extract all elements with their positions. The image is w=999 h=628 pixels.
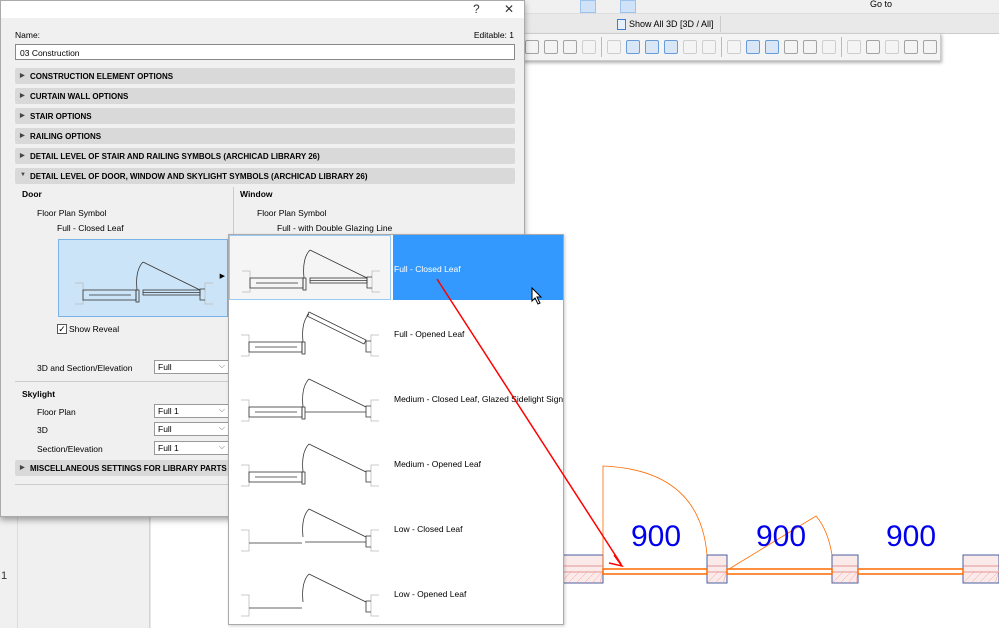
option-label: Medium - Opened Leaf [394,459,481,469]
door-selected-symbol: Full - Closed Leaf [57,223,124,233]
option-label: Full - Closed Leaf [393,235,563,300]
skylight-section-label: Section/Elevation [37,444,103,454]
window-floor-plan-symbol-label: Floor Plan Symbol [257,208,327,218]
door-symbol-icon [75,261,213,305]
section-elevation-label: 3D and Section/Elevation [37,363,133,373]
chevron-down-icon: ⌵ [218,405,225,414]
wall-segment[interactable] [962,554,999,584]
door-symbol-icon [241,311,379,357]
door-symbol-picker[interactable]: ▶ [58,239,228,317]
dropdown-option[interactable]: Full - Opened Leaf [229,300,563,365]
skylight-floor-plan-label: Floor Plan [37,407,76,417]
option-thumbnail [229,430,391,495]
section-door-window-skylight-symbols[interactable]: ▼ DETAIL LEVEL OF DOOR, WINDOW AND SKYLIG… [15,168,515,184]
show-reveal-checkbox[interactable]: ✓ Show Reveal [57,324,119,334]
option-label: Low - Opened Leaf [394,589,467,599]
section-stair-options[interactable]: ▶ STAIR OPTIONS [15,108,515,124]
skylight-section-select[interactable]: Full 1 ⌵ [154,441,230,455]
door-symbol-icon [241,573,379,617]
option-thumbnail [229,495,391,560]
dimension-label: 900 [756,520,806,553]
door-heading: Door [22,189,42,199]
close-button[interactable]: ✕ [504,2,514,16]
door-symbol-icon [242,249,380,293]
section-curtain-wall-options[interactable]: ▶ CURTAIN WALL OPTIONS [15,88,515,104]
wall-segment[interactable] [559,554,604,584]
option-label: Low - Closed Leaf [394,524,463,534]
door-symbol-icon [241,508,379,552]
option-label: Medium - Closed Leaf, Glazed Sidelight S… [394,394,563,404]
skylight-3d-select[interactable]: Full ⌵ [154,422,230,436]
door-symbol-preview [75,261,213,305]
window-selected-symbol: Full - with Double Glazing Line [277,223,393,233]
dropdown-option[interactable]: Low - Closed Leaf [229,495,563,560]
window-heading: Window [240,189,273,199]
opening[interactable] [857,568,964,575]
skylight-3d-label: 3D [37,425,48,435]
dimension-label: 900 [631,520,681,553]
wall-segment[interactable] [706,554,728,584]
chevron-down-icon: ⌵ [218,442,225,451]
door-symbol-dropdown-list: Full - Closed Leaf Full - Opened Leaf Medi… [228,234,564,625]
section-stair-railing-symbols[interactable]: ▶ DETAIL LEVEL OF STAIR AND RAILING SYMBO… [15,148,515,164]
door-floor-plan-symbol-label: Floor Plan Symbol [37,208,107,218]
expand-arrow-icon: ▶ [219,273,225,280]
door-3d-section-select[interactable]: Full ⌵ [154,360,230,374]
dropdown-option[interactable]: Full - Closed Leaf [229,235,563,300]
name-input[interactable]: 03 Construction [15,44,515,60]
help-button[interactable]: ? [473,2,480,16]
option-thumbnail [229,560,391,625]
option-thumbnail [229,235,391,300]
door-swing-arc [602,465,708,569]
dimension-label: 900 [886,520,936,553]
door-symbol-icon [241,443,379,487]
option-thumbnail [229,365,391,430]
option-thumbnail [229,300,391,365]
section-railing-options[interactable]: ▶ RAILING OPTIONS [15,128,515,144]
dropdown-option[interactable]: Medium - Opened Leaf [229,430,563,495]
skylight-heading: Skylight [22,389,56,399]
dialog-titlebar: ? ✕ [1,1,524,18]
opening[interactable] [726,568,833,575]
skylight-floor-plan-select[interactable]: Full 1 ⌵ [154,404,230,418]
opening[interactable] [602,568,708,575]
checkbox-icon: ✓ [57,324,67,334]
chevron-down-icon: ⌵ [218,361,225,370]
door-symbol-icon [241,378,379,422]
dropdown-option[interactable]: Medium - Closed Leaf, Glazed Sidelight S… [229,365,563,430]
dropdown-option[interactable]: Low - Opened Leaf [229,560,563,625]
option-label: Full - Opened Leaf [394,329,465,339]
chevron-down-icon: ⌵ [218,423,225,432]
name-label: Name: [15,30,41,40]
section-construction-element-options[interactable]: ▶ CONSTRUCTION ELEMENT OPTIONS [15,68,515,84]
editable-count: Editable: 1 [473,30,514,40]
